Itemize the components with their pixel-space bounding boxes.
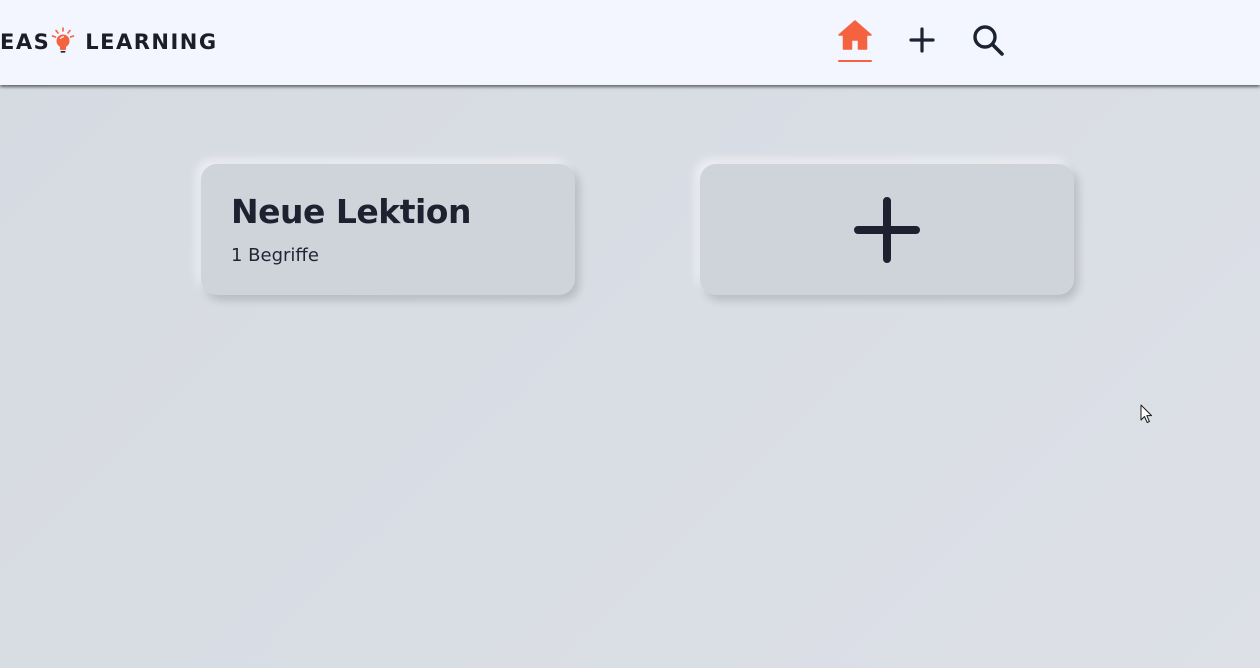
app-logo[interactable]: EAS LEARNING — [0, 26, 218, 58]
mouse-cursor-icon — [1140, 404, 1152, 423]
home-icon — [838, 20, 872, 50]
plus-icon — [854, 196, 920, 263]
lesson-term-count: 1 Begriffe — [231, 245, 319, 266]
app-header: EAS LEARNING — [0, 0, 1260, 85]
search-icon — [973, 25, 1004, 56]
lesson-card[interactable]: Neue Lektion 1 Begriffe — [201, 164, 575, 295]
lightbulb-icon — [51, 27, 75, 57]
plus-icon — [909, 27, 935, 53]
lesson-title: Neue Lektion — [231, 192, 471, 231]
nav-home-button[interactable] — [836, 18, 874, 52]
logo-text-part2: LEARNING — [85, 30, 218, 54]
nav-add-button[interactable] — [906, 24, 938, 56]
active-nav-indicator — [838, 60, 872, 62]
logo-text-part1: EAS — [0, 30, 51, 54]
add-lesson-card[interactable] — [700, 164, 1074, 295]
nav-search-button[interactable] — [970, 22, 1006, 58]
